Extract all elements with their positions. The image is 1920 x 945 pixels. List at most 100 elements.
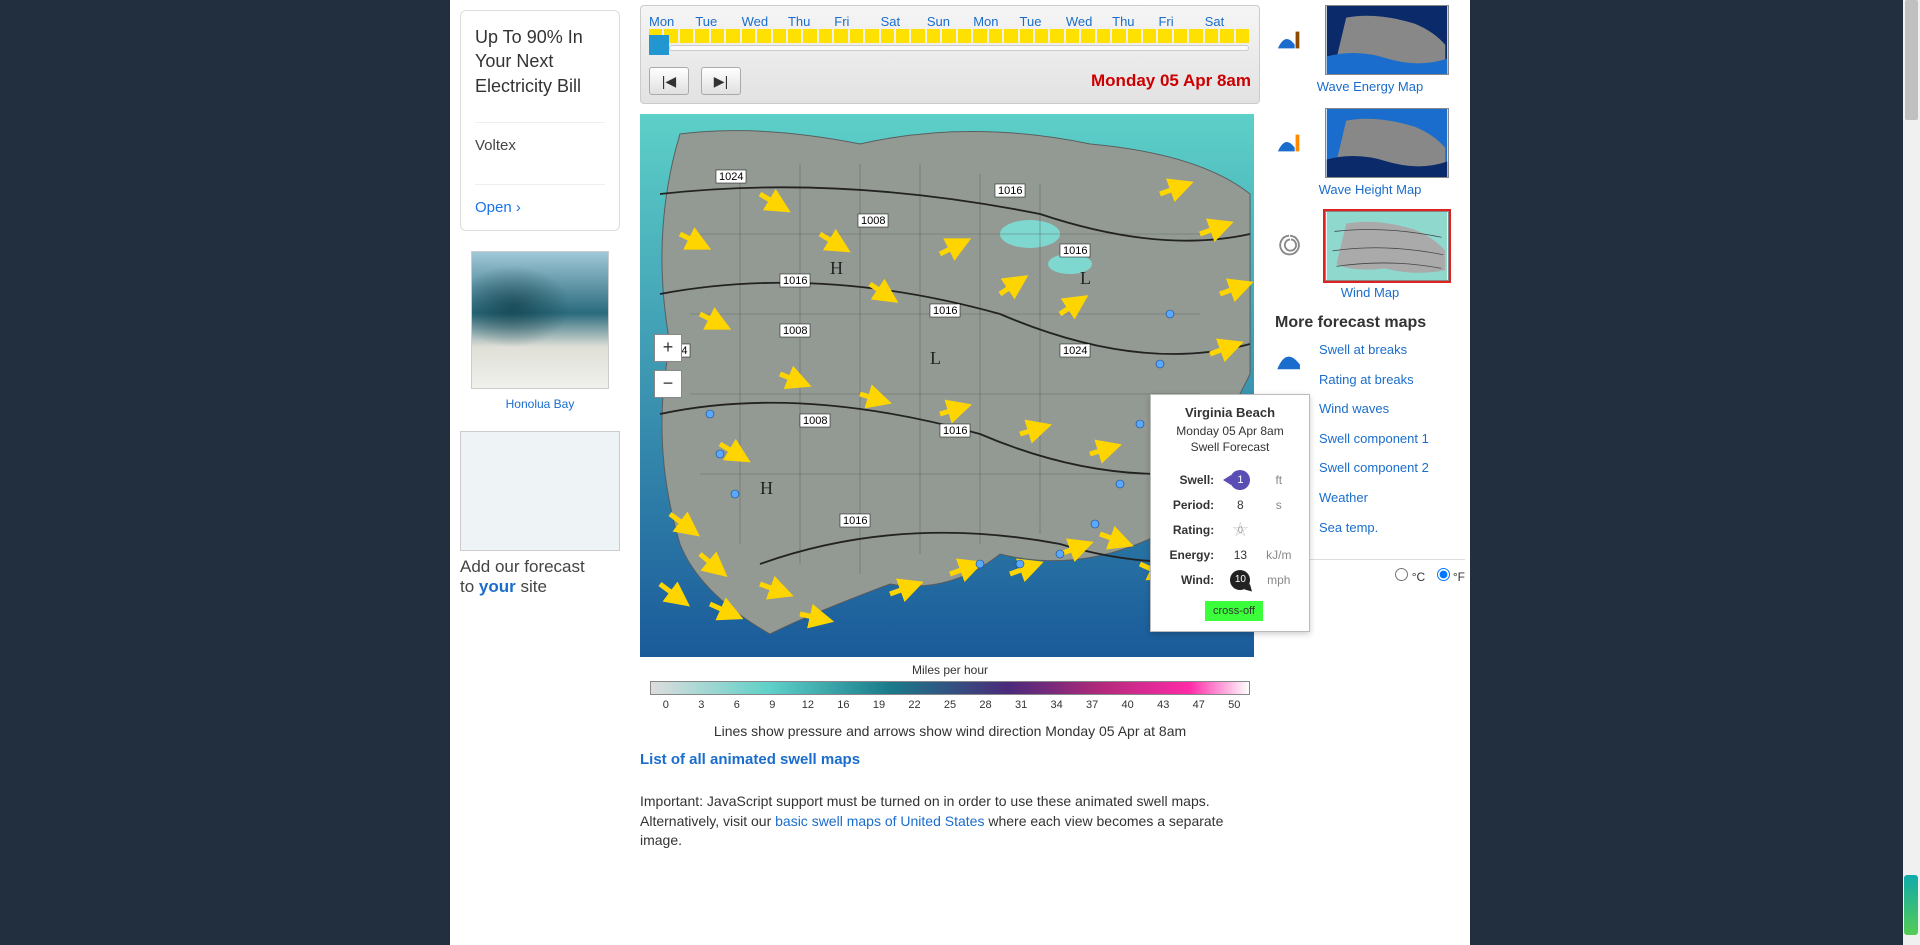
- svg-text:1024: 1024: [1063, 345, 1087, 357]
- widget-line2-pre: to: [460, 577, 479, 596]
- row-wind: Wind: 10 mph: [1163, 567, 1297, 593]
- popup-table: Swell: 1 ft Period: 8 s Rating: ☆0: [1161, 465, 1299, 595]
- label: Swell:: [1163, 467, 1220, 493]
- wave-icon: [1275, 26, 1305, 54]
- svg-text:L: L: [1080, 268, 1091, 288]
- zoom-out-button[interactable]: −: [654, 370, 682, 398]
- ad-card[interactable]: Up To 90% In Your Next Electricity Bill …: [460, 10, 620, 231]
- value: 8: [1222, 495, 1258, 515]
- isobar-label: 1008: [780, 324, 810, 337]
- wind-arrow-icon: 10: [1230, 570, 1250, 590]
- scrollbar-thumb[interactable]: [1905, 0, 1918, 120]
- widget-line2-b: your: [479, 577, 516, 596]
- animated-maps-link[interactable]: List of all animated swell maps: [640, 751, 860, 768]
- skip-forward-button[interactable]: ▶|: [701, 67, 741, 95]
- thumb-wind: Wind Map: [1275, 211, 1465, 300]
- scale-tick: 16: [826, 699, 862, 711]
- unit-c[interactable]: °C: [1395, 570, 1425, 584]
- scale-tick: 6: [719, 699, 755, 711]
- thumb-image[interactable]: [1325, 211, 1449, 281]
- scale-tick: 40: [1110, 699, 1146, 711]
- isobar-label: 1024: [1060, 344, 1090, 357]
- slider-handle[interactable]: [649, 35, 669, 55]
- day-label[interactable]: Tue: [1020, 14, 1066, 29]
- svg-text:1016: 1016: [843, 515, 867, 527]
- unit: s: [1261, 495, 1297, 515]
- day-label[interactable]: Wed: [1066, 14, 1112, 29]
- thumb-wave-energy: Wave Energy Map: [1275, 5, 1465, 94]
- svg-text:1024: 1024: [719, 171, 743, 183]
- scale-tick: 37: [1074, 699, 1110, 711]
- widget-line2-post: site: [516, 577, 547, 596]
- widget-promo[interactable]: Add our forecast to your site: [460, 431, 620, 598]
- day-label[interactable]: Sat: [881, 14, 927, 29]
- feedback-tab[interactable]: [1904, 875, 1918, 935]
- skip-forward-icon: ▶|: [714, 73, 728, 90]
- thumb-label[interactable]: Wave Energy Map: [1275, 79, 1465, 94]
- day-label[interactable]: Mon: [973, 14, 1019, 29]
- zoom-in-button[interactable]: +: [654, 334, 682, 362]
- label: Energy:: [1163, 545, 1220, 565]
- basic-swell-maps-link[interactable]: basic swell maps of United States: [775, 813, 984, 829]
- popup-subtitle: Monday 05 Apr 8am Swell Forecast: [1161, 424, 1299, 455]
- more-link[interactable]: Rating at breaks: [1319, 372, 1429, 388]
- unit: [1261, 517, 1297, 543]
- day-label[interactable]: Sun: [927, 14, 973, 29]
- day-label[interactable]: Fri: [1158, 14, 1204, 29]
- day-label[interactable]: Tue: [695, 14, 741, 29]
- day-label[interactable]: Fri: [834, 14, 880, 29]
- isobar-label: 1016: [840, 514, 870, 527]
- wave-icon: [1275, 342, 1309, 376]
- widget-preview-image: [460, 431, 620, 551]
- slider-track[interactable]: [669, 45, 1249, 51]
- thumb-image[interactable]: [1325, 108, 1449, 178]
- row-swell: Swell: 1 ft: [1163, 467, 1297, 493]
- vertical-scrollbar[interactable]: [1903, 0, 1920, 945]
- svg-text:1016: 1016: [998, 185, 1022, 197]
- more-link[interactable]: Swell component 2: [1319, 460, 1429, 476]
- map-container: 1024 1016 1008 1016 1008 1024 1016 1008 …: [640, 114, 1254, 657]
- scale-tick: 50: [1217, 699, 1253, 711]
- unit-f[interactable]: °F: [1437, 570, 1465, 584]
- thumb-label[interactable]: Wave Height Map: [1275, 182, 1465, 197]
- zoom-controls: + −: [654, 334, 682, 398]
- timeline-panel: Mon Tue Wed Thu Fri Sat Sun Mon Tue Wed …: [640, 5, 1260, 104]
- ad-open-link[interactable]: Open ›: [475, 184, 605, 216]
- more-link[interactable]: Swell component 1: [1319, 431, 1429, 447]
- forecast-popup: Virginia Beach Monday 05 Apr 8am Swell F…: [1150, 394, 1310, 632]
- more-link[interactable]: Wind waves: [1319, 401, 1429, 417]
- day-label[interactable]: Thu: [788, 14, 834, 29]
- svg-text:1016: 1016: [783, 275, 807, 287]
- svg-text:1008: 1008: [783, 325, 807, 337]
- swell-arrow-icon: 1: [1230, 470, 1250, 490]
- more-link[interactable]: Swell at breaks: [1319, 342, 1429, 358]
- gallery-caption[interactable]: Honolua Bay: [460, 397, 620, 411]
- color-scale-bar: [650, 681, 1250, 695]
- svg-text:H: H: [830, 258, 843, 278]
- timeline-ticks[interactable]: [649, 29, 1251, 51]
- row-energy: Energy: 13 kJ/m: [1163, 545, 1297, 565]
- label: Wind:: [1163, 567, 1220, 593]
- gallery-card[interactable]: Honolua Bay: [460, 251, 620, 411]
- js-warning-text: Important: JavaScript support must be tu…: [640, 792, 1260, 851]
- unit-c-radio[interactable]: [1395, 568, 1408, 581]
- thumb-label[interactable]: Wind Map: [1275, 285, 1465, 300]
- more-link[interactable]: Weather: [1319, 490, 1429, 506]
- day-label[interactable]: Sat: [1205, 14, 1251, 29]
- unit: kJ/m: [1261, 545, 1297, 565]
- thumb-image[interactable]: [1325, 5, 1449, 75]
- skip-back-button[interactable]: |◀: [649, 67, 689, 95]
- more-maps-title: More forecast maps: [1275, 314, 1465, 332]
- scale-tick: 25: [932, 699, 968, 711]
- isobar-label: 1008: [800, 414, 830, 427]
- scale-title: Miles per hour: [640, 663, 1260, 677]
- day-label[interactable]: Wed: [742, 14, 788, 29]
- day-label[interactable]: Mon: [649, 14, 695, 29]
- page-container: Up To 90% In Your Next Electricity Bill …: [450, 0, 1470, 945]
- more-link[interactable]: Sea temp.: [1319, 520, 1429, 536]
- unit-f-radio[interactable]: [1437, 568, 1450, 581]
- scale-numbers: 0 3 6 9 12 16 19 22 25 28 31 34 37 40 43…: [648, 699, 1252, 711]
- ad-title: Up To 90% In Your Next Electricity Bill: [475, 25, 605, 98]
- day-label[interactable]: Thu: [1112, 14, 1158, 29]
- scale-tick: 9: [755, 699, 791, 711]
